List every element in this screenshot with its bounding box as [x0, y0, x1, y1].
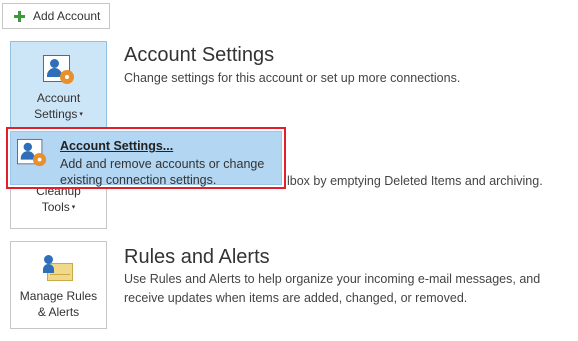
add-account-label: Add Account — [33, 9, 101, 23]
menu-item-title: Account Settings... — [60, 139, 174, 153]
account-settings-menu-item[interactable]: Account Settings... Add and remove accou… — [10, 131, 282, 187]
plus-icon — [14, 10, 25, 22]
account-settings-tile-label-line2-wrap: Settings ▾ — [34, 106, 83, 123]
rules-envelope-icon — [42, 255, 75, 285]
rules-alerts-description: Use Rules and Alerts to help organize yo… — [124, 272, 541, 305]
add-account-button[interactable]: Add Account — [2, 3, 110, 29]
cleanup-description-fragment: lbox by emptying Deleted Items and archi… — [287, 174, 543, 188]
person-gear-icon — [17, 138, 47, 168]
person-gear-icon — [42, 54, 75, 86]
chevron-down-icon: ▾ — [79, 110, 83, 118]
account-settings-tile-label-line2: Settings — [34, 107, 78, 121]
cleanup-tools-label-line2: Tools — [41, 200, 70, 215]
rules-alerts-title: Rules and Alerts — [124, 246, 270, 268]
menu-item-description: Add and remove accounts or change existi… — [60, 157, 265, 187]
account-settings-tile-label-line1: Account — [36, 91, 81, 105]
account-settings-description: Change settings for this account or set … — [124, 71, 461, 85]
rules-tile-label-line2: & Alerts — [37, 305, 80, 319]
account-settings-title: Account Settings — [124, 44, 275, 66]
manage-rules-alerts-tile-button[interactable]: Manage Rules & Alerts — [10, 241, 107, 329]
rules-tile-label-line1: Manage Rules — [19, 289, 98, 303]
cleanup-tools-label-line2-wrap: Tools ▾ — [42, 199, 76, 216]
account-settings-tile-button[interactable]: Account Settings ▾ — [10, 41, 107, 134]
chevron-down-icon: ▾ — [71, 204, 76, 211]
account-settings-dropdown-menu: Account Settings... Add and remove accou… — [6, 127, 286, 189]
